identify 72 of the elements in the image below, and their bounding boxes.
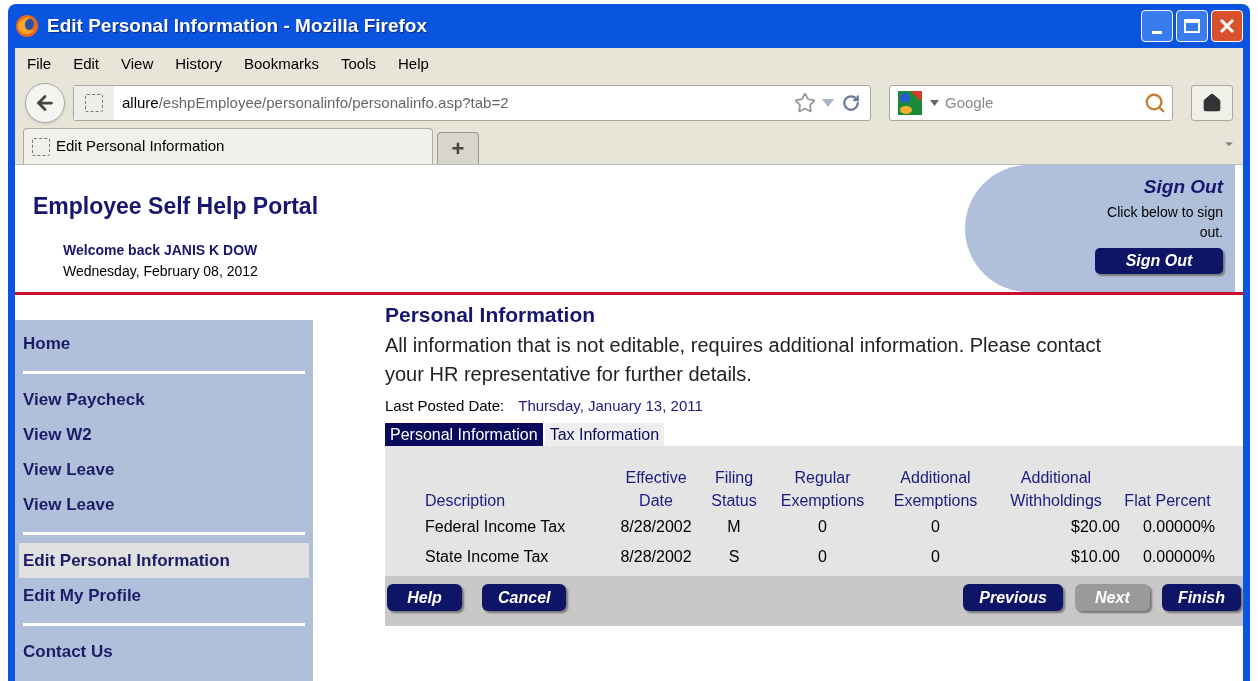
page-icon	[32, 137, 50, 156]
menu-item[interactable]: Edit	[73, 52, 100, 76]
reload-icon[interactable]	[842, 94, 860, 112]
notice-text: All information that is not editable, requires additional information. Please contact your HR representative for further details.	[385, 332, 1102, 387]
section-title: Personal Information	[385, 302, 597, 328]
column-header: Additional Withholdings	[1009, 468, 1103, 511]
menu-item[interactable]: File	[27, 52, 52, 76]
tab[interactable]: Tax Information	[544, 423, 665, 446]
table-cell-text: 8/28/2002	[619, 547, 693, 567]
table-cell-text: 0	[817, 547, 828, 567]
sidebar-item[interactable]: View Paycheck	[19, 382, 309, 417]
signout-title: Sign Out	[1143, 175, 1223, 199]
search-engine-icon[interactable]	[896, 90, 924, 116]
page-button[interactable]: Previous	[963, 584, 1063, 611]
search-placeholder: Google	[945, 92, 995, 113]
maximize-button[interactable]	[1176, 10, 1208, 42]
portal-title: Employee Self Help Portal	[33, 192, 320, 221]
column-header: Effective Date	[624, 468, 688, 511]
table-cell-text: 8/28/2002	[619, 517, 693, 537]
page-button[interactable]: Cancel	[482, 584, 567, 611]
sidebar-item[interactable]: View Leave	[19, 452, 309, 487]
table-cell-text: $20.00	[1070, 517, 1120, 537]
column-header: Regular Exemptions	[779, 468, 866, 511]
sidebar-item[interactable]: View Leave	[19, 487, 309, 522]
signout-hint: Click below to sign out.	[1106, 202, 1223, 242]
table-cell-text: Federal Income Tax	[425, 517, 567, 537]
welcome-text: Welcome back JANIS K DOW	[63, 240, 259, 260]
home-icon	[1202, 93, 1222, 113]
menu-item[interactable]: Bookmarks	[243, 52, 319, 76]
table-cell-text: 0	[930, 547, 941, 567]
sidebar-item[interactable]: Contact Us	[19, 634, 309, 669]
browser-tab[interactable]: Edit Personal Information	[23, 128, 433, 164]
menu-item[interactable]: View	[121, 52, 154, 76]
search-icon[interactable]	[1144, 92, 1166, 114]
column-header: Description	[425, 491, 507, 511]
dropdown-triangle-icon[interactable]	[822, 99, 834, 107]
tab[interactable]: Personal Information	[385, 423, 543, 446]
column-header: Flat Percent	[1123, 491, 1212, 511]
menu-item[interactable]: Tools	[341, 52, 376, 76]
window-title: Edit Personal Information - Mozilla Firefox	[47, 13, 428, 38]
new-tab-button[interactable]: +	[437, 132, 479, 164]
page-button[interactable]: Finish	[1161, 584, 1241, 611]
table-cell-text: 0	[930, 517, 941, 537]
table-cell-text: M	[726, 517, 742, 537]
table-cell-text: 0	[817, 517, 828, 537]
sidebar-item[interactable]: Edit Personal Information	[19, 543, 309, 578]
minimize-button[interactable]	[1141, 10, 1173, 42]
sidebar-item[interactable]: View W2	[19, 417, 309, 452]
table-cell-text: S	[727, 547, 741, 567]
bookmark-star-icon[interactable]	[794, 92, 816, 114]
sidebar-item[interactable]: Home	[19, 326, 309, 361]
page-button[interactable]: Help	[387, 584, 462, 611]
last-posted-date: Thursday, January 13, 2011	[518, 395, 703, 416]
close-button[interactable]	[1211, 10, 1243, 42]
signout-button[interactable]: Sign Out	[1095, 247, 1223, 274]
table-cell-text: 0.00000%	[1141, 547, 1215, 567]
table-cell-text: State Income Tax	[425, 547, 550, 567]
table-cell-text: $10.00	[1070, 547, 1120, 567]
table-cell-text: 0.00000%	[1141, 517, 1215, 537]
back-button[interactable]	[25, 83, 65, 123]
column-header: Additional Exemptions	[892, 468, 979, 511]
page-icon	[85, 94, 103, 112]
home-button[interactable]	[1191, 85, 1233, 121]
close-icon	[1218, 17, 1236, 35]
sidebar-item[interactable]: Edit My Profile	[19, 578, 309, 613]
search-field[interactable]: Google	[889, 85, 1173, 121]
caret-icon[interactable]	[930, 100, 939, 106]
menu-item[interactable]: Help	[398, 52, 429, 76]
column-header: Filing Status	[710, 468, 758, 511]
menu-item[interactable]: History	[175, 52, 222, 76]
date-text: Wednesday, February 08, 2012	[63, 261, 259, 281]
last-posted-label: Last Posted Date:	[385, 395, 505, 416]
